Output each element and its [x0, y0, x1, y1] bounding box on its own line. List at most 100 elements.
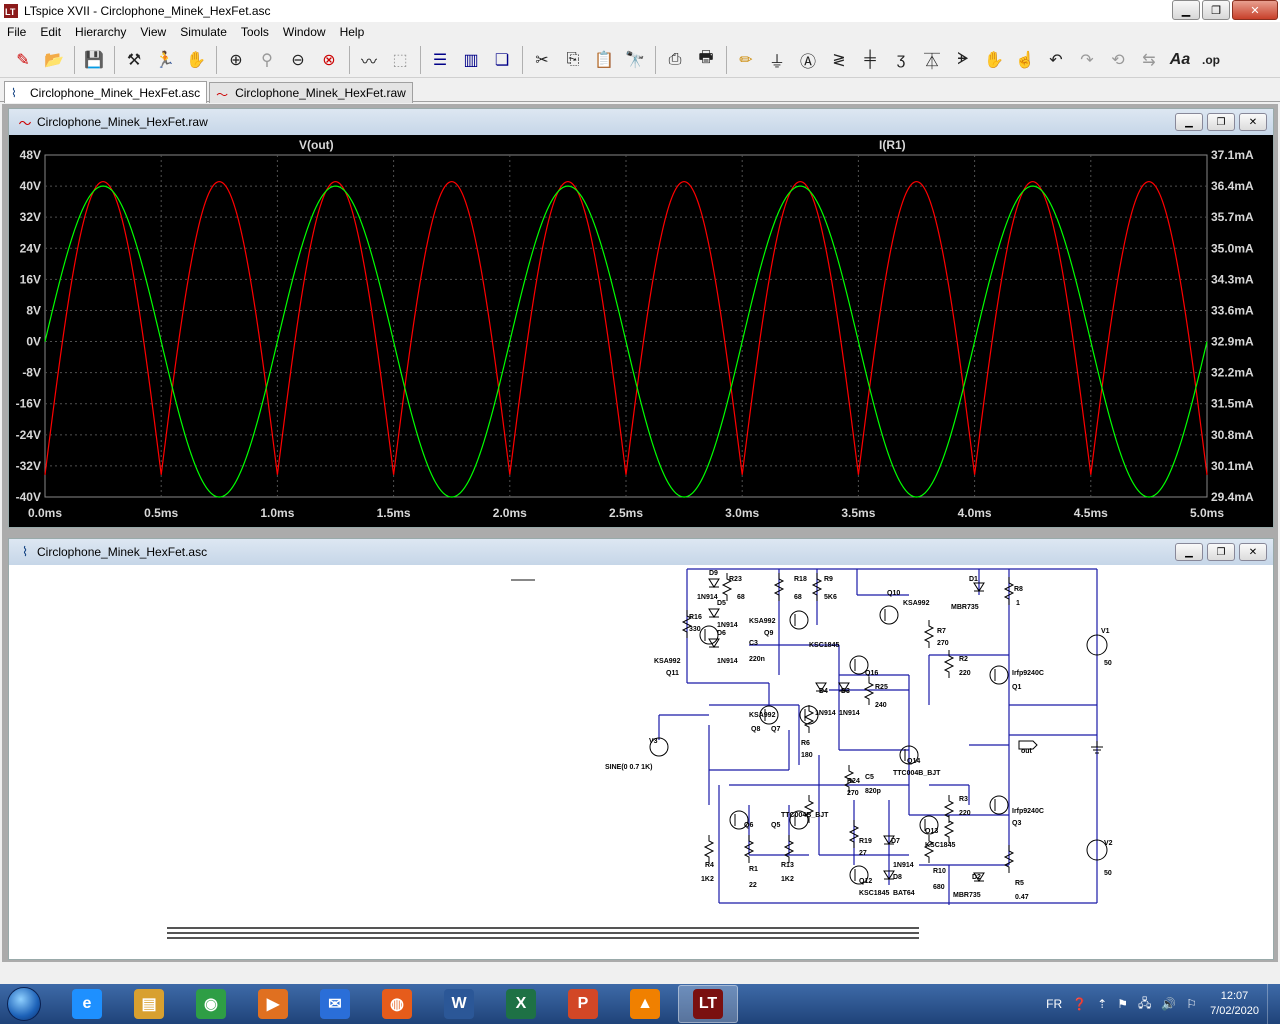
inductor-icon[interactable]: ʒ: [888, 47, 914, 73]
component-label: R4: [705, 862, 714, 869]
copy-icon[interactable]: ⎘: [560, 47, 586, 73]
label-net-icon[interactable]: Ⓐ: [795, 47, 821, 73]
taskbar-internet-explorer-button[interactable]: e: [58, 986, 116, 1022]
component-label: R6: [801, 740, 810, 747]
minimize-button[interactable]: ▁: [1172, 0, 1200, 20]
halt-icon[interactable]: ✋: [183, 47, 209, 73]
main-toolbar: ✎ 📂 💾 ⚒ 🏃 ✋ ⊕ ⚲ ⊖ ⊗ 〰 ⬚ ☰ ▥ ❏ ✂ ⎘ 📋 🔭 ⎙ …: [0, 42, 1280, 78]
waveform-window-titlebar[interactable]: 〜 Circlophone_Minek_HexFet.raw ▁ ❐ ✕: [9, 109, 1273, 135]
taskbar-outlook-button[interactable]: ✉: [306, 986, 364, 1022]
close-button[interactable]: ✕: [1239, 113, 1267, 131]
action-center-icon[interactable]: ⚑: [1117, 997, 1128, 1011]
taskbar-excel-button[interactable]: X: [492, 986, 550, 1022]
directive-text-line: [167, 927, 919, 929]
mirror-icon[interactable]: ⇆: [1136, 47, 1162, 73]
zoom-cancel-icon[interactable]: ⊗: [316, 47, 342, 73]
move-icon[interactable]: ✋: [981, 47, 1007, 73]
start-button[interactable]: [0, 984, 48, 1024]
new-schematic-icon[interactable]: ✎: [10, 47, 36, 73]
redo-icon[interactable]: ↷: [1074, 47, 1100, 73]
waveform-plot[interactable]: 48V 40V 32V 24V 16V 8V 0V -8V -16V -24V -32V -40V 3…: [9, 135, 1273, 527]
text-icon[interactable]: Aa: [1167, 47, 1193, 73]
menu-tools[interactable]: Tools: [234, 25, 276, 39]
menu-view[interactable]: View: [133, 25, 173, 39]
menu-window[interactable]: Window: [276, 25, 333, 39]
language-indicator[interactable]: FR: [1046, 997, 1062, 1011]
menu-hierarchy[interactable]: Hierarchy: [68, 25, 133, 39]
tab-waveform[interactable]: 〜 Circlophone_Minek_HexFet.raw: [209, 82, 413, 103]
print-setup-icon[interactable]: 🖶: [693, 47, 719, 73]
zoom-in-icon[interactable]: ⊕: [223, 47, 249, 73]
taskbar-ltspice-button[interactable]: LT: [678, 985, 738, 1023]
component-label: C3: [749, 640, 758, 647]
zoom-out-icon[interactable]: ⊖: [285, 47, 311, 73]
menu-edit[interactable]: Edit: [33, 25, 68, 39]
file-explorer-icon: ▤: [134, 989, 164, 1019]
find-icon[interactable]: 🔭: [622, 47, 648, 73]
minimize-button[interactable]: ▁: [1175, 543, 1203, 561]
directive-text-line: [511, 579, 535, 581]
restore-button[interactable]: ❐: [1207, 113, 1235, 131]
flag-icon[interactable]: ⚐: [1186, 997, 1197, 1011]
component-label: Irfp9240C: [1012, 808, 1044, 815]
media-player-icon: ▶: [258, 989, 288, 1019]
network-icon[interactable]: 🖧: [1138, 994, 1151, 1015]
mdi-workspace: 〜 Circlophone_Minek_HexFet.raw ▁ ❐ ✕ 48V…: [2, 104, 1278, 962]
schematic-canvas[interactable]: D91N914R2368R1868R95K6Q10KSA992D1MBR735R…: [9, 565, 1273, 957]
tile-horizontal-icon[interactable]: ☰: [427, 47, 453, 73]
taskbar-powerpoint-button[interactable]: P: [554, 986, 612, 1022]
restore-button[interactable]: ❐: [1207, 543, 1235, 561]
close-button[interactable]: ✕: [1239, 543, 1267, 561]
schematic-window-titlebar[interactable]: ⌇ Circlophone_Minek_HexFet.asc ▁ ❐ ✕: [9, 539, 1273, 565]
cascade-icon[interactable]: ❏: [489, 47, 515, 73]
print-icon[interactable]: ⎙: [662, 47, 688, 73]
taskbar-firefox-button[interactable]: ◍: [368, 986, 426, 1022]
y-left-tick-label: 0V: [26, 335, 41, 349]
minimize-button[interactable]: ▁: [1175, 113, 1203, 131]
open-folder-icon[interactable]: 📂: [41, 47, 67, 73]
autorange-icon[interactable]: 〰: [356, 47, 382, 73]
taskbar-chrome-button[interactable]: ◉: [182, 986, 240, 1022]
chrome-icon: ◉: [196, 989, 226, 1019]
fit-icon[interactable]: ⬚: [387, 47, 413, 73]
menu-help[interactable]: Help: [333, 25, 372, 39]
component-label: TTC004B_BJT: [893, 770, 941, 777]
save-icon[interactable]: 💾: [81, 47, 107, 73]
paste-icon[interactable]: 📋: [591, 47, 617, 73]
drag-icon[interactable]: ☝: [1012, 47, 1038, 73]
menu-file[interactable]: File: [0, 25, 33, 39]
diode-icon[interactable]: ⏄: [919, 47, 945, 73]
draw-wire-icon[interactable]: ✏: [733, 47, 759, 73]
taskbar-file-explorer-button[interactable]: ▤: [120, 986, 178, 1022]
tray-overflow-icon[interactable]: ⇡: [1097, 997, 1107, 1011]
cut-icon[interactable]: ✂: [529, 47, 555, 73]
resistor-icon[interactable]: ≷: [826, 47, 852, 73]
clock[interactable]: 12:07 7/02/2020: [1210, 989, 1259, 1019]
control-panel-icon[interactable]: ⚒: [121, 47, 147, 73]
restore-button[interactable]: ❐: [1202, 0, 1230, 20]
taskbar-media-player-button[interactable]: ▶: [244, 986, 302, 1022]
pan-icon[interactable]: ⚲: [254, 47, 280, 73]
directive-text-line: [167, 937, 919, 939]
tile-vertical-icon[interactable]: ▥: [458, 47, 484, 73]
tab-schematic[interactable]: ⌇ Circlophone_Minek_HexFet.asc: [4, 81, 208, 103]
rotate-icon[interactable]: ⟲: [1105, 47, 1131, 73]
ground-icon[interactable]: ⏚: [764, 47, 790, 73]
component-label: 1: [1016, 600, 1020, 607]
taskbar-vlc-button[interactable]: ▲: [616, 986, 674, 1022]
volume-icon[interactable]: 🔊: [1161, 997, 1176, 1011]
component-label: 820p: [865, 788, 881, 795]
show-desktop-button[interactable]: [1267, 984, 1280, 1024]
undo-icon[interactable]: ↶: [1043, 47, 1069, 73]
run-icon[interactable]: 🏃: [152, 47, 178, 73]
trace-label-v-out[interactable]: V(out): [299, 138, 334, 152]
spice-directive-icon[interactable]: .op: [1198, 47, 1224, 73]
component-icon[interactable]: ᗘ: [950, 47, 976, 73]
help-icon[interactable]: ❓: [1072, 997, 1087, 1011]
component-label: 220: [959, 810, 971, 817]
close-button[interactable]: ✕: [1232, 0, 1278, 20]
taskbar-word-button[interactable]: W: [430, 986, 488, 1022]
trace-label-i-r1[interactable]: I(R1): [879, 138, 906, 152]
capacitor-icon[interactable]: ╪: [857, 47, 883, 73]
menu-simulate[interactable]: Simulate: [173, 25, 234, 39]
